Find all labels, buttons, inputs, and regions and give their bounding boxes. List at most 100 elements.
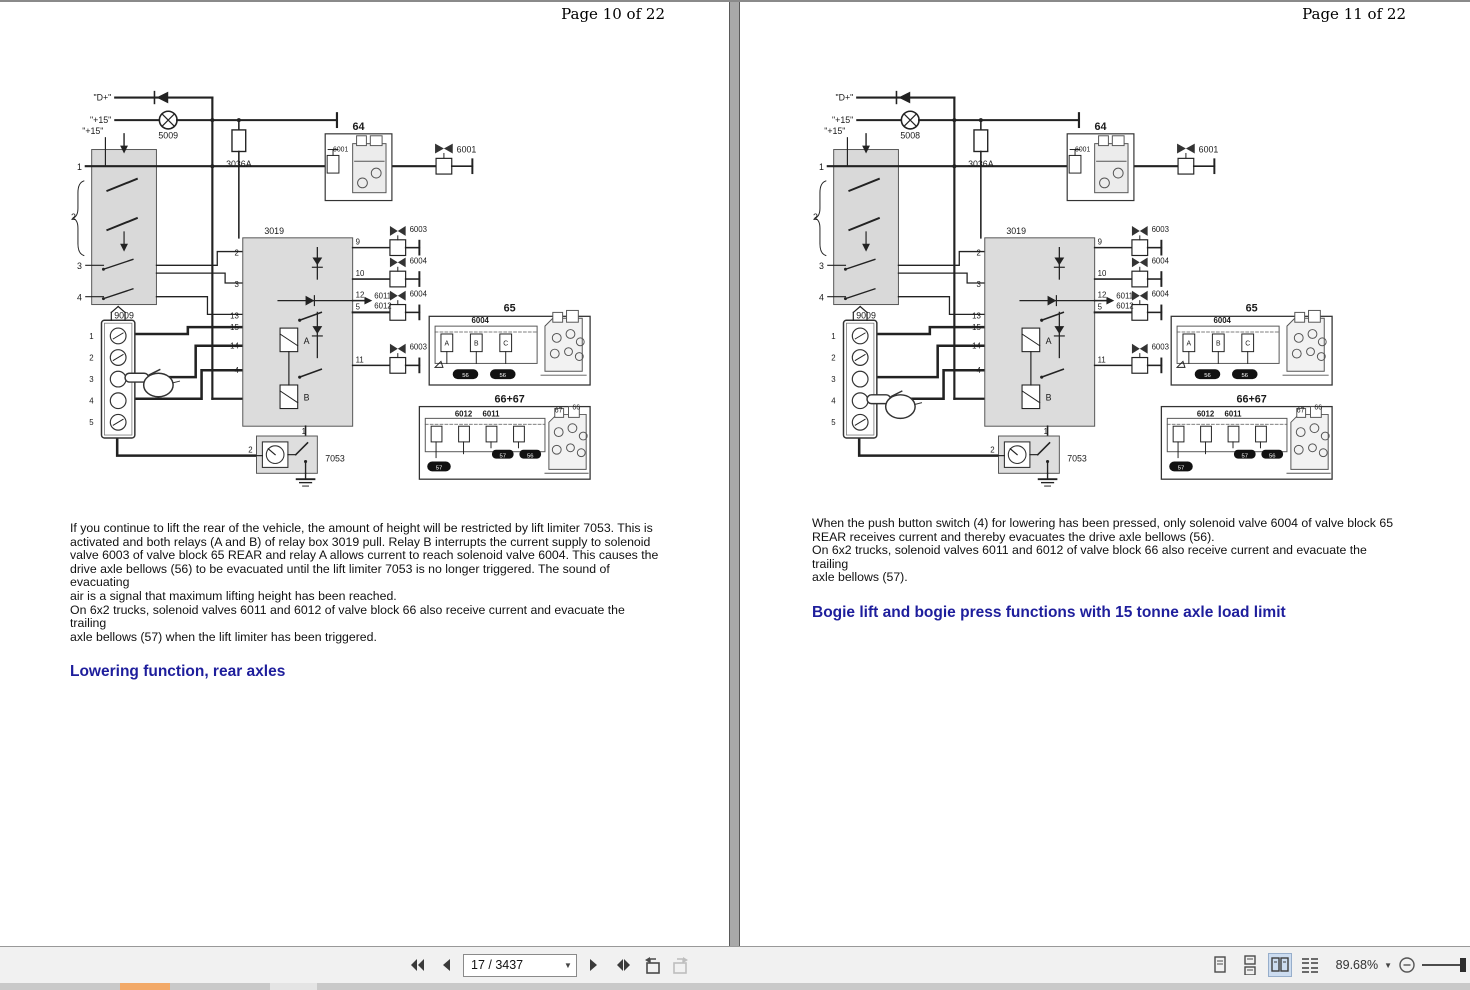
last-page-button[interactable] [611,953,635,977]
svg-text:57: 57 [1242,454,1249,460]
page-header: Page 10 of 22 [0,2,729,23]
svg-text:6004: 6004 [410,290,428,299]
svg-text:B: B [1216,341,1221,348]
svg-text:64: 64 [353,121,365,133]
svg-text:2: 2 [71,212,76,222]
svg-text:56: 56 [500,373,507,379]
svg-text:1: 1 [1044,427,1048,436]
svg-text:66+67: 66+67 [495,394,525,406]
first-page-button[interactable] [405,953,429,977]
svg-text:6001: 6001 [1199,144,1219,154]
svg-text:3: 3 [831,375,836,384]
svg-text:56: 56 [1204,373,1211,379]
zoom-dropdown-caret-icon[interactable]: ▼ [1384,961,1392,970]
zoom-slider-track[interactable] [1422,964,1464,966]
svg-text:6004: 6004 [1152,256,1170,265]
svg-text:C: C [503,341,508,348]
svg-text:66+67: 66+67 [1237,394,1267,406]
svg-text:3: 3 [976,280,981,289]
svg-text:6001: 6001 [333,146,348,153]
pdf-page-11: Page 11 of 22 "D+""+15"5008"+15"3036A600… [740,2,1470,946]
zoom-level-value[interactable]: 89.68% [1328,958,1378,972]
svg-text:9009: 9009 [114,310,134,320]
svg-text:4: 4 [976,366,981,375]
svg-text:65: 65 [504,302,516,314]
svg-text:67: 67 [1297,407,1305,414]
svg-text:12: 12 [356,291,365,300]
svg-text:2: 2 [89,353,93,362]
svg-text:9: 9 [356,238,360,247]
svg-text:2: 2 [813,212,818,222]
svg-text:"+15": "+15" [832,115,853,125]
svg-text:"+15": "+15" [82,126,103,136]
page-number-value[interactable]: 17 / 3437 [464,958,560,972]
scrollbar-highlight-segment[interactable] [120,983,170,990]
bottom-toolbar: 17 / 3437 ▼ [0,946,1470,983]
svg-text:"+15": "+15" [90,115,111,125]
svg-text:9: 9 [1098,238,1102,247]
svg-text:6001: 6001 [457,144,477,154]
svg-text:B: B [474,341,479,348]
two-page-view-button[interactable] [1268,953,1292,977]
svg-text:2: 2 [990,446,994,455]
svg-text:64: 64 [1095,121,1107,133]
previous-view-button[interactable] [640,953,664,977]
svg-text:7053: 7053 [325,454,345,464]
next-view-button[interactable] [669,953,693,977]
svg-text:13: 13 [972,311,981,320]
svg-text:A: A [1046,336,1052,346]
svg-text:B: B [304,393,310,403]
svg-text:3019: 3019 [1006,226,1026,236]
svg-text:5: 5 [831,418,836,427]
continuous-view-button[interactable] [1238,953,1262,977]
svg-text:5: 5 [356,302,361,311]
page-number-combobox[interactable]: 17 / 3437 ▼ [463,954,577,977]
svg-text:5008: 5008 [900,131,920,141]
svg-text:12: 12 [1098,291,1107,300]
page-header: Page 11 of 22 [740,2,1470,23]
svg-text:66: 66 [1314,405,1322,412]
zoom-out-button[interactable] [1398,956,1416,974]
wiring-diagram-page11: "D+""+15"5008"+15"3036A60016460019009123… [812,73,1342,489]
svg-text:6001: 6001 [1075,146,1090,153]
svg-text:6011: 6011 [1225,409,1243,418]
svg-text:66: 66 [572,405,580,412]
svg-text:6012: 6012 [1116,301,1133,310]
svg-text:6011: 6011 [1116,292,1133,301]
svg-text:13: 13 [230,311,239,320]
pdf-viewer-window: Page 10 of 22 "D+""+15"5009"+15"3036A600… [0,0,1470,990]
svg-text:65: 65 [1246,302,1258,314]
svg-text:3: 3 [77,261,82,271]
single-page-view-button[interactable] [1208,953,1232,977]
svg-text:57: 57 [500,454,507,460]
pdf-page-10: Page 10 of 22 "D+""+15"5009"+15"3036A600… [0,2,729,946]
previous-page-button[interactable] [434,953,458,977]
two-page-continuous-view-button[interactable] [1298,953,1322,977]
section-heading: Bogie lift and bogie press functions wit… [812,604,1470,622]
next-page-button[interactable] [582,953,606,977]
svg-text:4: 4 [831,397,836,406]
svg-text:5009: 5009 [158,131,178,141]
svg-text:3019: 3019 [264,226,284,236]
chevron-down-icon[interactable]: ▼ [560,961,576,970]
section-heading: Lowering function, rear axles [70,663,729,681]
horizontal-scrollbar[interactable] [0,983,1470,990]
zoom-slider-handle[interactable] [1460,958,1466,972]
svg-text:3036A: 3036A [968,159,994,169]
svg-text:10: 10 [1098,269,1107,278]
svg-text:15: 15 [972,323,981,332]
svg-text:15: 15 [230,323,239,332]
svg-text:10: 10 [356,269,365,278]
svg-text:4: 4 [234,366,239,375]
svg-text:14: 14 [230,342,239,351]
svg-text:56: 56 [1269,454,1276,460]
svg-text:6003: 6003 [410,343,428,352]
svg-text:3: 3 [819,261,824,271]
svg-text:3036A: 3036A [226,159,252,169]
svg-text:5: 5 [89,418,94,427]
zoom-slider[interactable] [1422,957,1468,973]
svg-text:2: 2 [831,353,835,362]
svg-text:6012: 6012 [374,301,391,310]
svg-text:6004: 6004 [1213,316,1231,325]
body-paragraph: On 6x2 trucks, solenoid valves 6011 and … [812,544,1406,585]
